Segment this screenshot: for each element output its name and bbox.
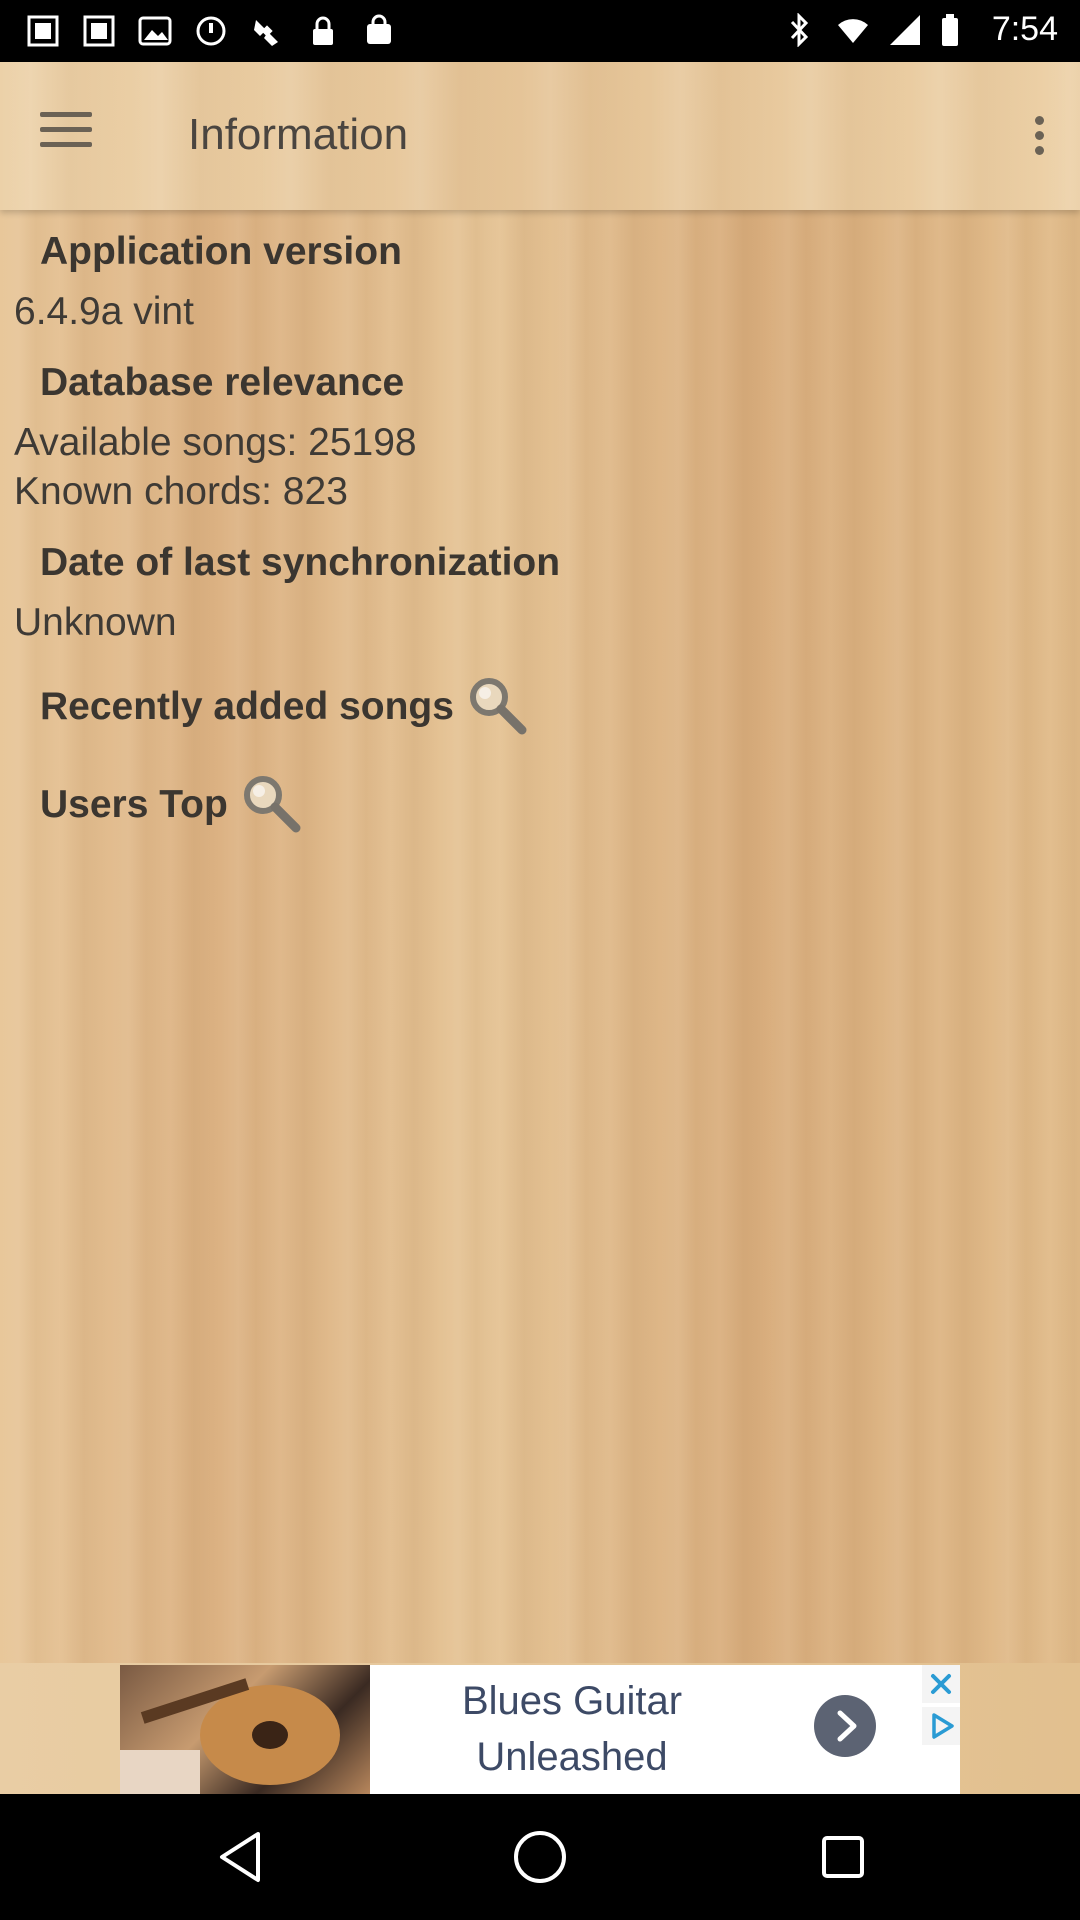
ad-banner[interactable]: Blues Guitar Unleashed — [120, 1665, 960, 1794]
image-icon — [138, 14, 172, 48]
navigation-bar — [0, 1794, 1080, 1920]
sync-value: Unknown — [14, 601, 177, 644]
chevron-right-icon[interactable] — [814, 1695, 876, 1757]
app-notification-icon — [82, 14, 116, 48]
home-icon[interactable] — [507, 1824, 573, 1890]
users-top-link[interactable]: Users Top — [40, 783, 228, 827]
adchoices-icon[interactable] — [922, 1707, 960, 1745]
wifi-icon — [836, 13, 868, 47]
status-time: 7:54 — [991, 10, 1058, 48]
recently-added-songs-link[interactable]: Recently added songs — [40, 685, 454, 729]
ad-line-2: Unleashed — [476, 1735, 668, 1779]
notification-icons — [26, 14, 396, 48]
sync-heading: Date of last synchronization — [40, 541, 561, 584]
recent-apps-icon[interactable] — [810, 1824, 876, 1890]
database-heading: Database relevance — [40, 361, 405, 404]
known-chords-value: Known chords: 823 — [14, 470, 348, 513]
page-title: Information — [188, 110, 409, 159]
more-vertical-icon[interactable] — [1024, 116, 1054, 160]
app-bar: Information — [0, 62, 1080, 210]
app-version-heading: Application version — [40, 230, 402, 273]
search-icon[interactable] — [240, 772, 302, 834]
search-icon[interactable] — [466, 674, 528, 736]
signal-icon — [888, 13, 920, 47]
app-version-value: 6.4.9a vint — [14, 290, 194, 333]
available-songs-value: Available songs: 25198 — [14, 421, 417, 464]
ad-headline: Blues Guitar Unleashed — [382, 1673, 762, 1785]
bluetooth-icon — [784, 11, 814, 48]
lock-icon — [306, 14, 340, 48]
satellite-icon — [250, 14, 284, 48]
status-bar: 7:54 — [0, 0, 1080, 62]
sync-icon — [194, 14, 228, 48]
hamburger-menu-icon[interactable] — [40, 112, 92, 156]
shopping-bag-icon — [362, 14, 396, 48]
close-icon[interactable] — [922, 1665, 960, 1703]
ad-line-1: Blues Guitar — [461, 1679, 683, 1723]
battery-icon — [940, 13, 970, 47]
ad-guitar-image — [120, 1665, 370, 1794]
app-notification-icon — [26, 14, 60, 48]
back-icon[interactable] — [210, 1824, 276, 1890]
